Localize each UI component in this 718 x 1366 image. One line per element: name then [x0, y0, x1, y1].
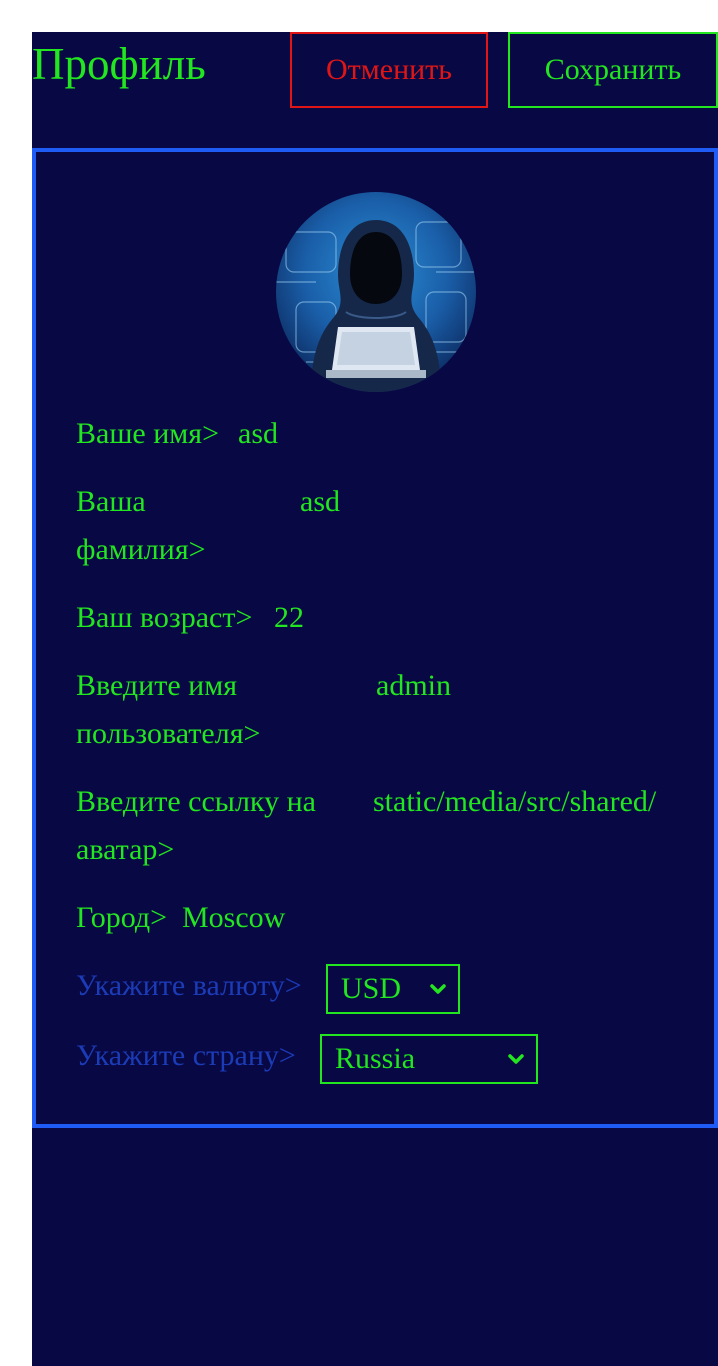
last-name-field: Ваша фамилия> asd: [76, 478, 676, 574]
age-label: Ваш возраст>: [76, 601, 253, 634]
cancel-button[interactable]: Отменить: [290, 32, 488, 108]
first-name-field: Ваше имя> asd: [76, 410, 676, 458]
hacker-avatar-icon: [276, 192, 476, 392]
currency-select[interactable]: USD: [326, 964, 460, 1014]
avatar-url-label-line1: Введите ссылку на: [76, 785, 316, 818]
country-field: Укажите страну> Russia: [76, 1032, 676, 1086]
currency-label: Укажите валюту>: [76, 969, 302, 1002]
username-value[interactable]: admin: [376, 662, 451, 710]
currency-field: Укажите валюту> USD: [76, 962, 676, 1016]
age-value[interactable]: 22: [274, 594, 304, 642]
profile-card: Ваше имя> asd Ваша фамилия> asd Ваш возр…: [32, 148, 718, 1128]
first-name-value[interactable]: asd: [238, 410, 278, 458]
age-field: Ваш возраст> 22: [76, 594, 676, 642]
chevron-down-icon: [430, 984, 446, 994]
country-selected-value: Russia: [335, 1042, 416, 1075]
save-button[interactable]: Сохранить: [508, 32, 718, 108]
country-select[interactable]: Russia: [320, 1034, 538, 1084]
avatar-url-label-line2: аватар>: [76, 833, 175, 866]
avatar-url-field: Введите ссылку на аватар> static/media/s…: [76, 778, 676, 874]
chevron-down-icon: [508, 1054, 524, 1064]
username-field: Введите имя пользователя> admin: [76, 662, 676, 758]
avatar-url-value[interactable]: static/media/src/shared/: [373, 778, 673, 826]
city-field: Город> Moscow: [76, 894, 676, 942]
username-label-line1: Введите имя: [76, 669, 238, 702]
city-value[interactable]: Moscow: [182, 894, 285, 942]
last-name-value[interactable]: asd: [300, 478, 340, 526]
last-name-label-line2: фамилия>: [76, 533, 206, 566]
city-label: Город>: [76, 901, 168, 934]
first-name-label: Ваше имя>: [76, 417, 219, 450]
profile-page: Профиль Отменить Сохранить Ваше имя> asd…: [32, 32, 718, 1366]
last-name-label-line1: Ваша: [76, 485, 146, 518]
currency-selected-value: USD: [341, 972, 402, 1005]
country-label: Укажите страну>: [76, 1039, 296, 1072]
username-label-line2: пользователя>: [76, 717, 261, 750]
page-title: Профиль: [32, 39, 206, 89]
